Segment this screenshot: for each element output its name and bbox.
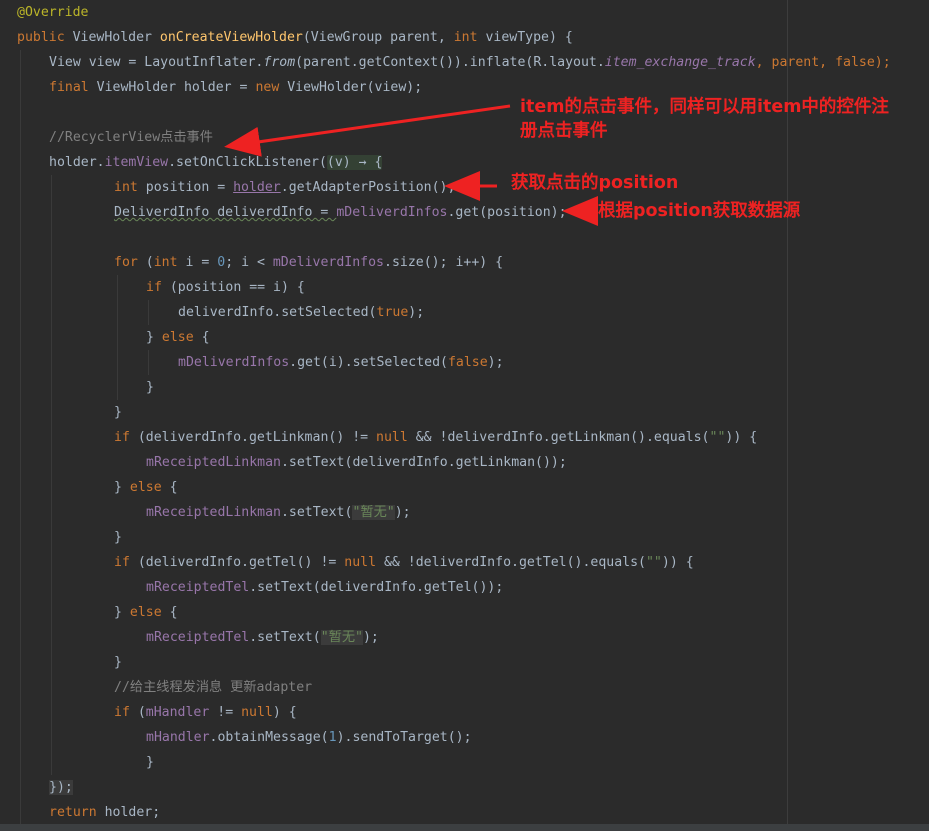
note-text: item的点击事件，同样可以用item中的控件注	[520, 97, 889, 117]
arrow-to-listener	[224, 104, 511, 157]
note-get-position: 获取点击的position	[511, 173, 679, 193]
note-get-datasource: 根据position获取数据源	[598, 201, 801, 221]
note-item-click: item的点击事件，同样可以用item中的控件注 册点击事件	[520, 95, 889, 143]
note-text: 册点击事件	[520, 121, 608, 141]
